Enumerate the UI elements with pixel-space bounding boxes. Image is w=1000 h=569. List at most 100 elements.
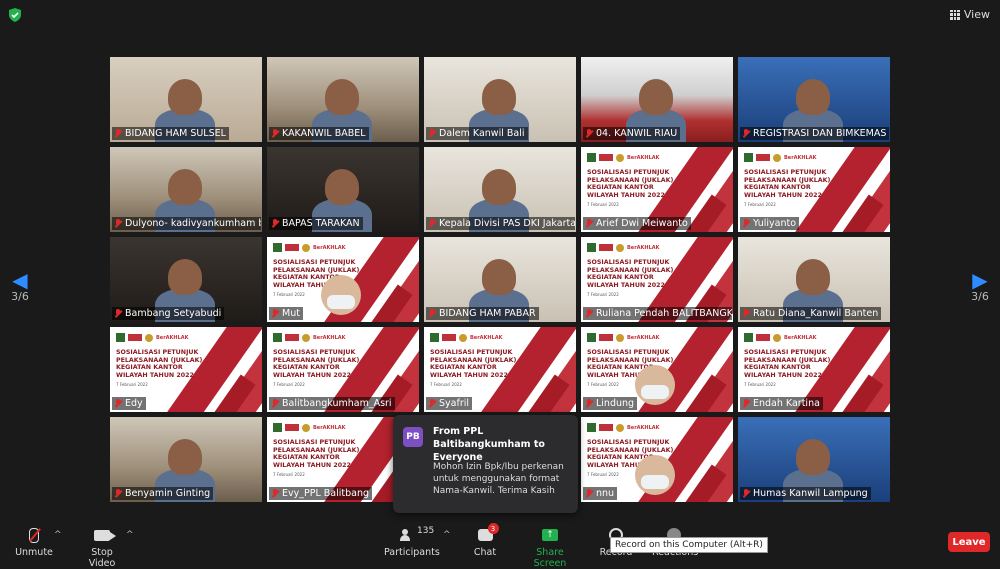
mic-muted-icon xyxy=(271,309,279,318)
slide-date: 7 Februari 2022 xyxy=(587,472,619,477)
mic-muted-icon xyxy=(585,309,593,318)
unmute-button[interactable]: Unmute xyxy=(14,526,54,558)
slide-logos: BerAKHLAK xyxy=(273,243,346,252)
share-screen-label: Share Screen xyxy=(533,547,567,569)
video-options-caret[interactable]: ^ xyxy=(126,530,134,540)
slide-title: SOSIALISASI PETUNJUK PELAKSANAAN (JUKLAK… xyxy=(273,439,360,469)
page-indicator-left: 3/6 xyxy=(11,290,29,303)
chat-button[interactable]: 3 Chat xyxy=(468,523,502,558)
participant-tile[interactable]: Benyamin Ginting xyxy=(110,417,262,502)
participant-tile[interactable]: Ratu Diana_Kanwil Banten xyxy=(738,237,890,322)
participant-name: nnu xyxy=(583,487,618,500)
participant-tile[interactable]: BIDANG HAM SULSEL xyxy=(110,57,262,142)
participants-options-caret[interactable]: ^ xyxy=(443,530,451,540)
mic-muted-icon xyxy=(114,219,122,228)
mic-muted-icon xyxy=(742,309,750,318)
participant-tile[interactable]: KAKANWIL BABEL xyxy=(267,57,419,142)
next-page-button[interactable]: ▶ 3/6 xyxy=(968,270,992,303)
slide-title: SOSIALISASI PETUNJUK PELAKSANAAN (JUKLAK… xyxy=(273,349,360,379)
participant-face xyxy=(482,259,516,295)
participant-tile[interactable]: Dalem Kanwil Bali xyxy=(424,57,576,142)
mic-muted-icon xyxy=(585,129,593,138)
participant-tile[interactable]: BerAKHLAKSOSIALISASI PETUNJUK PELAKSANAA… xyxy=(581,417,733,502)
participant-tile[interactable]: BerAKHLAKSOSIALISASI PETUNJUK PELAKSANAA… xyxy=(424,327,576,412)
participant-tile[interactable]: REGISTRASI DAN BIMKEMAS ... xyxy=(738,57,890,142)
unmute-label: Unmute xyxy=(15,547,53,558)
participant-name: Ruliana Pendah BALITBANGK... xyxy=(583,307,732,320)
stop-video-button[interactable]: Stop Video xyxy=(78,526,126,569)
slide-title: SOSIALISASI PETUNJUK PELAKSANAAN (JUKLAK… xyxy=(744,169,831,199)
chat-message: Mohon Izin Bpk/Ibu perkenan untuk menggu… xyxy=(433,462,564,496)
audio-options-caret[interactable]: ^ xyxy=(54,530,62,540)
page-indicator-right: 3/6 xyxy=(971,290,989,303)
grid-view-icon xyxy=(949,9,960,20)
participant-face xyxy=(325,79,359,115)
slide-date: 7 Februari 2022 xyxy=(744,382,776,387)
view-button[interactable]: View xyxy=(949,8,990,21)
participant-tile[interactable]: Humas Kanwil Lampung xyxy=(738,417,890,502)
participant-name: Bambang Setyabudi xyxy=(112,307,225,320)
participant-tile[interactable]: 04. KANWIL RIAU xyxy=(581,57,733,142)
slide-title: SOSIALISASI PETUNJUK PELAKSANAAN (JUKLAK… xyxy=(116,349,203,379)
participant-name: Dalem Kanwil Bali xyxy=(426,127,528,140)
participant-name: 04. KANWIL RIAU xyxy=(583,127,681,140)
participant-tile[interactable]: BerAKHLAKSOSIALISASI PETUNJUK PELAKSANAA… xyxy=(581,237,733,322)
chat-notification[interactable]: PB From PPL Baltibangkumham to Everyone … xyxy=(393,415,578,513)
mic-muted-icon xyxy=(742,399,750,408)
face-mask xyxy=(641,385,669,399)
participant-name: BAPAS TARAKAN xyxy=(269,217,363,230)
participant-tile[interactable]: BerAKHLAKSOSIALISASI PETUNJUK PELAKSANAA… xyxy=(267,327,419,412)
participants-icon xyxy=(400,529,418,541)
participant-face xyxy=(168,439,202,475)
mic-muted-icon xyxy=(585,219,593,228)
chat-icon: 3 xyxy=(477,523,499,541)
participant-tile[interactable]: Bambang Setyabudi xyxy=(110,237,262,322)
mic-muted-icon xyxy=(428,399,436,408)
participant-face xyxy=(639,79,673,115)
participant-tile[interactable]: BAPAS TARAKAN xyxy=(267,147,419,232)
participant-name: Edy xyxy=(112,397,146,410)
previous-page-button[interactable]: ◀ 3/6 xyxy=(8,270,32,303)
mic-muted-icon xyxy=(428,129,436,138)
slide-date: 7 Februari 2022 xyxy=(587,292,619,297)
stop-video-label: Stop Video xyxy=(88,547,116,569)
mic-muted-icon xyxy=(585,399,593,408)
mic-muted-icon xyxy=(428,219,436,228)
slide-date: 7 Februari 2022 xyxy=(587,382,619,387)
participant-tile[interactable]: BerAKHLAK SOSIALISASI PETUNJUK PELAKSANAA… xyxy=(110,327,262,412)
participant-face xyxy=(168,169,202,205)
slide-title: SOSIALISASI PETUNJUK PELAKSANAAN (JUKLAK… xyxy=(587,169,674,199)
camera-icon xyxy=(94,529,116,541)
chat-label: Chat xyxy=(473,547,497,558)
participant-name: Endah Kartina xyxy=(740,397,823,410)
mic-muted-icon xyxy=(742,489,750,498)
leave-button[interactable]: Leave xyxy=(948,532,990,552)
participant-tile[interactable]: Dulyono- kadivyankumham b... xyxy=(110,147,262,232)
participant-name: Benyamin Ginting xyxy=(112,487,214,500)
participant-tile[interactable]: Kepala Divisi PAS DKI Jakarta xyxy=(424,147,576,232)
participant-tile[interactable]: BerAKHLAKSOSIALISASI PETUNJUK PELAKSANAA… xyxy=(267,237,419,322)
chat-badge: 3 xyxy=(487,523,499,534)
participant-tile[interactable]: BerAKHLAKSOSIALISASI PETUNJUK PELAKSANAA… xyxy=(581,327,733,412)
participant-face xyxy=(796,439,830,475)
participants-button[interactable]: 135 Participants xyxy=(384,526,440,558)
shield-icon[interactable] xyxy=(8,8,22,22)
participant-name: Dulyono- kadivyankumham b... xyxy=(112,217,261,230)
participant-face xyxy=(168,259,202,295)
share-screen-button[interactable]: ↑ Share Screen xyxy=(522,526,578,569)
slide-logos: BerAKHLAK xyxy=(587,153,660,162)
slide-date: 7 Februari 2022 xyxy=(116,382,148,387)
participant-tile[interactable]: BerAKHLAK SOSIALISASI PETUNJUK PELAKSANAA… xyxy=(738,147,890,232)
slide-logos: BerAKHLAK xyxy=(744,153,817,162)
participant-tile[interactable]: BerAKHLAKSOSIALISASI PETUNJUK PELAKSANAA… xyxy=(738,327,890,412)
participant-face xyxy=(325,169,359,205)
slide-logos: BerAKHLAK xyxy=(430,333,503,342)
participant-tile[interactable]: BerAKHLAK SOSIALISASI PETUNJUK PELAKSANAA… xyxy=(581,147,733,232)
participant-tile[interactable]: BIDANG HAM PABAR xyxy=(424,237,576,322)
face-mask xyxy=(641,475,669,489)
slide-logos: BerAKHLAK xyxy=(116,333,189,342)
mic-muted-icon xyxy=(271,129,279,138)
slide-logos: BerAKHLAK xyxy=(587,423,660,432)
participant-name: Kepala Divisi PAS DKI Jakarta xyxy=(426,217,575,230)
participant-name: Evy_PPL Balitbang xyxy=(269,487,373,500)
